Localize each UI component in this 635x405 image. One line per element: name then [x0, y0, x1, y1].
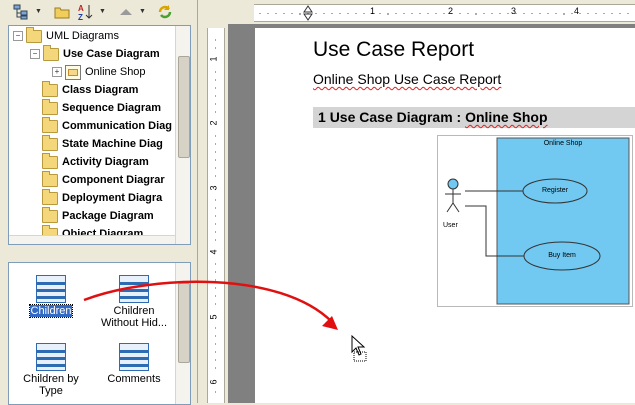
drag-arrow-overlay [83, 280, 367, 362]
drag-cursor-icon [351, 334, 367, 362]
drag-arrow [83, 280, 333, 323]
arrow-head [322, 316, 338, 330]
